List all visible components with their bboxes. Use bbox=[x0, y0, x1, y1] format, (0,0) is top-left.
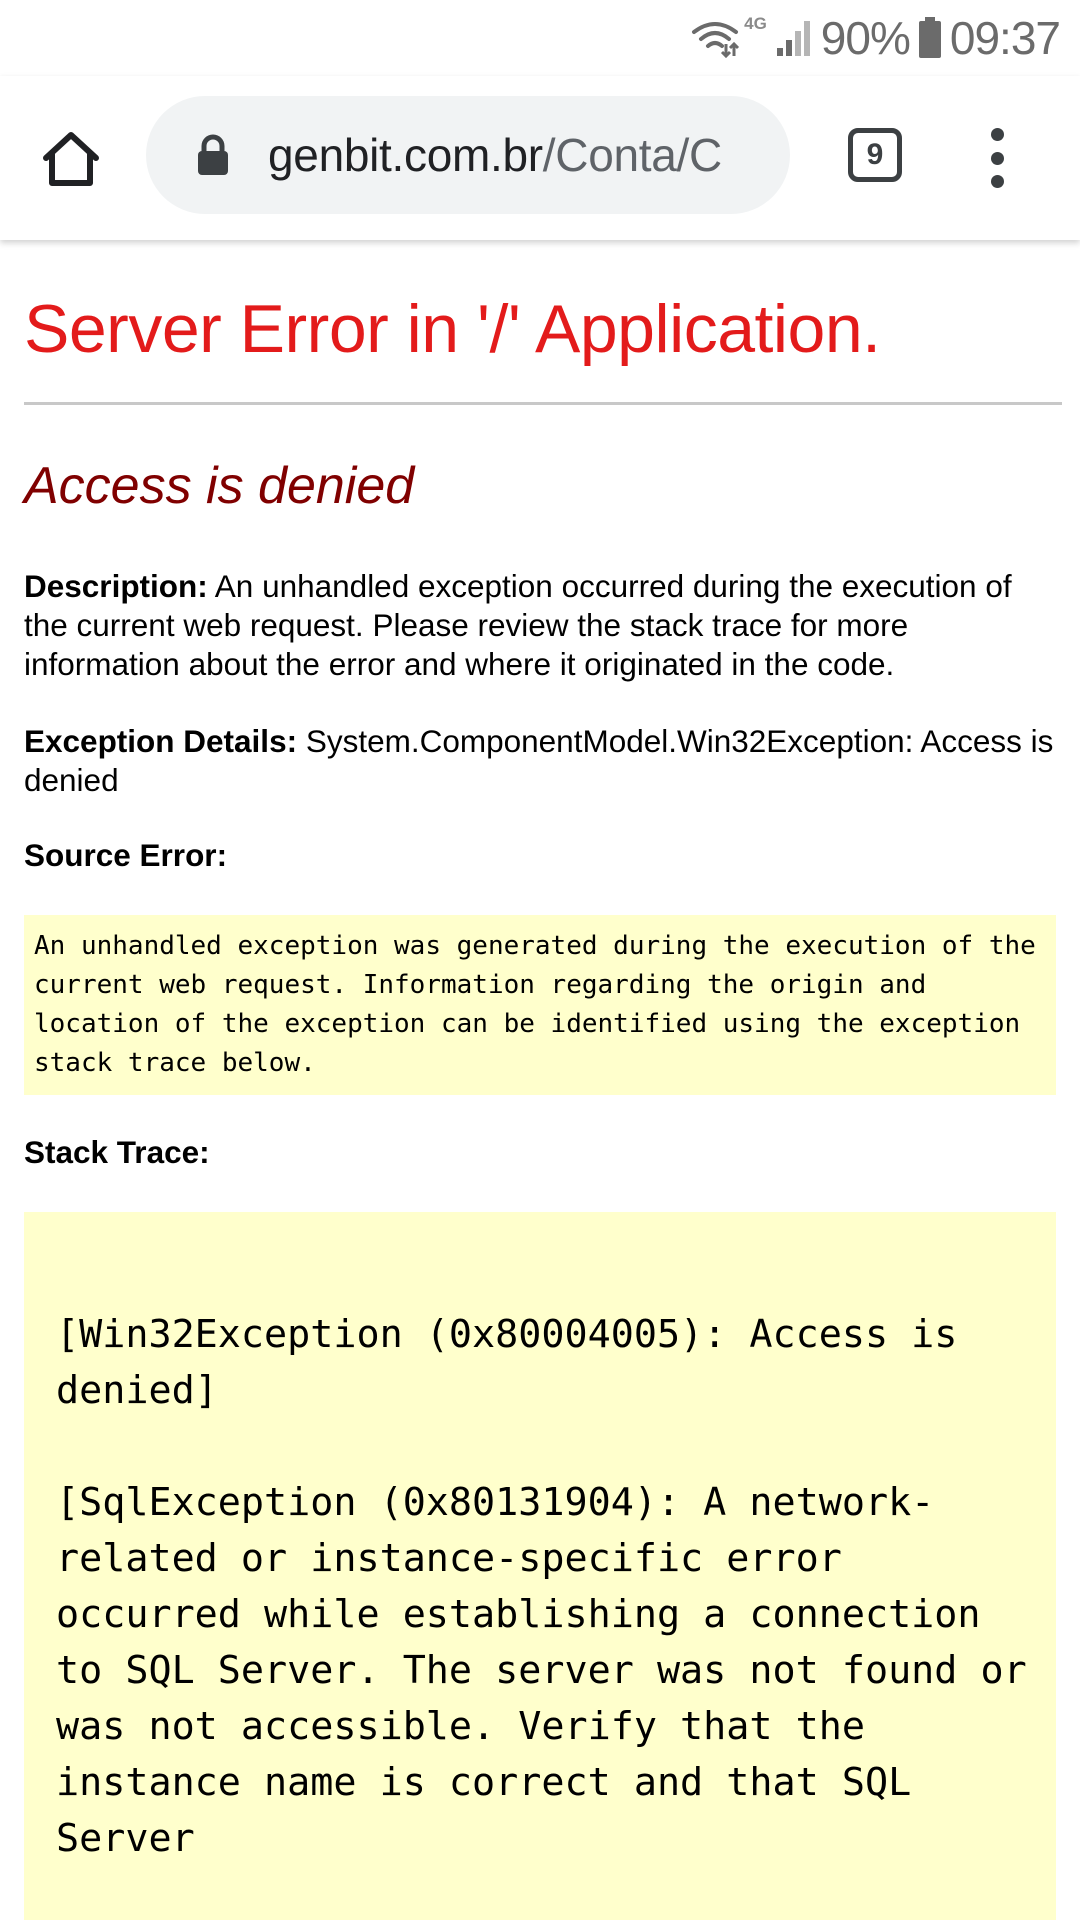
menu-dot-icon bbox=[990, 175, 1004, 188]
exception-details-paragraph: Exception Details: System.ComponentModel… bbox=[24, 722, 1056, 800]
lock-icon bbox=[196, 134, 230, 176]
clock: 09:37 bbox=[949, 12, 1061, 64]
status-bar: 4G 90% 09:37 bbox=[0, 0, 1080, 76]
source-error-label: Source Error: bbox=[24, 836, 228, 873]
url-text: genbit.com.br/Conta/C bbox=[268, 128, 722, 182]
status-icons: 4G 90% 09:37 bbox=[690, 8, 1061, 68]
tab-count: 9 bbox=[866, 138, 884, 171]
overflow-menu-button[interactable] bbox=[975, 128, 1019, 188]
exception-details-label: Exception Details: bbox=[24, 722, 298, 759]
page-content[interactable]: Server Error in '/' Application. Access … bbox=[0, 240, 1080, 1920]
menu-dot-icon bbox=[990, 128, 1004, 141]
url-path: /Conta/C bbox=[542, 129, 722, 181]
page-title: Server Error in '/' Application. bbox=[24, 291, 881, 367]
menu-dot-icon bbox=[990, 151, 1004, 165]
signal-icon bbox=[775, 18, 813, 58]
battery-percent: 90% bbox=[820, 12, 911, 64]
stack-trace-line: [SqlException (0x80131904): A network-re… bbox=[56, 1479, 1027, 1861]
home-button[interactable] bbox=[36, 126, 106, 196]
title-divider bbox=[24, 402, 1062, 406]
description-paragraph: Description: An unhandled exception occu… bbox=[24, 567, 1056, 684]
description-label: Description: bbox=[24, 567, 208, 604]
source-error-box: An unhandled exception was generated dur… bbox=[24, 914, 1056, 1095]
address-bar[interactable]: genbit.com.br/Conta/C bbox=[146, 96, 790, 214]
url-domain: genbit.com.br bbox=[268, 129, 543, 181]
stack-trace-line: [Win32Exception (0x80004005): Access is … bbox=[56, 1311, 958, 1413]
stack-trace-label: Stack Trace: bbox=[24, 1133, 210, 1170]
stack-trace-box: [Win32Exception (0x80004005): Access is … bbox=[24, 1211, 1056, 1920]
error-heading: Access is denied bbox=[24, 457, 415, 516]
battery-icon bbox=[918, 17, 942, 59]
source-error-text: An unhandled exception was generated dur… bbox=[34, 930, 1036, 1078]
wifi-icon bbox=[690, 18, 740, 58]
home-icon bbox=[40, 130, 102, 193]
browser-toolbar: genbit.com.br/Conta/C 9 bbox=[0, 76, 1080, 240]
network-type-label: 4G bbox=[744, 14, 767, 33]
tab-switcher-button[interactable]: 9 bbox=[848, 128, 902, 182]
stack-trace-gap bbox=[56, 1419, 1036, 1475]
